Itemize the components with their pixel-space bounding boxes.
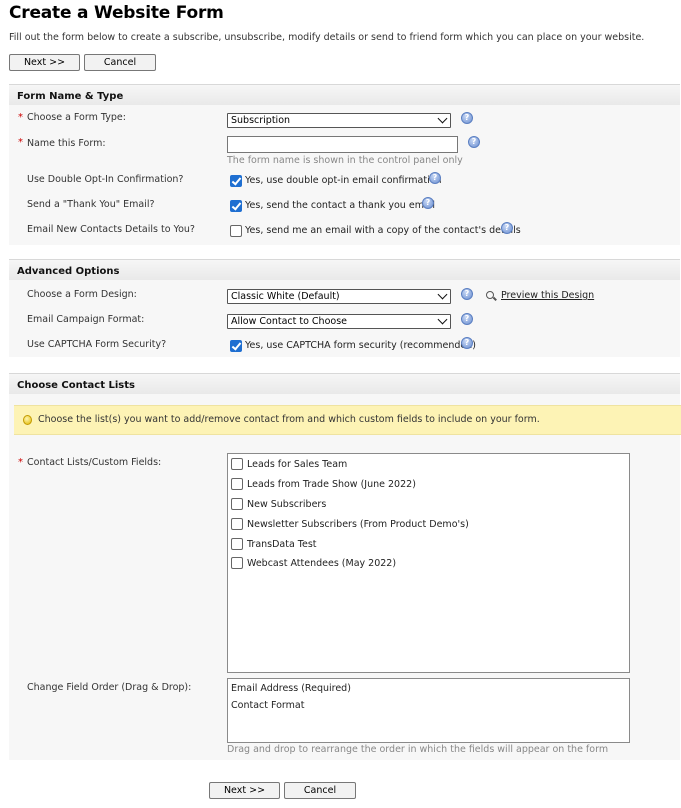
- thank-you-label: Send a "Thank You" Email?: [27, 199, 155, 210]
- campaign-format-value: Allow Contact to Choose: [231, 316, 347, 327]
- thank-you-text: Yes, send the contact a thank you email: [245, 200, 436, 211]
- list-item-label: Webcast Attendees (May 2022): [247, 558, 397, 569]
- help-icon[interactable]: ?: [429, 172, 441, 184]
- list-checkbox[interactable]: [231, 478, 243, 490]
- contact-lists-label: Contact Lists/Custom Fields:: [27, 457, 162, 468]
- list-item-label: Leads for Sales Team: [247, 459, 348, 470]
- form-name-label: Name this Form:: [27, 138, 106, 149]
- tip-text: Choose the list(s) you want to add/remov…: [38, 414, 540, 425]
- field-order-item[interactable]: Contact Format: [231, 700, 304, 711]
- help-icon[interactable]: ?: [501, 222, 513, 234]
- help-icon[interactable]: ?: [461, 337, 473, 349]
- form-name-input[interactable]: [227, 136, 458, 153]
- tip-banner: Choose the list(s) you want to add/remov…: [14, 405, 681, 435]
- contact-lists-box[interactable]: Leads for Sales Team Leads from Trade Sh…: [227, 453, 630, 673]
- list-checkbox[interactable]: [231, 518, 243, 530]
- field-order-hint: Drag and drop to rearrange the order in …: [227, 744, 609, 755]
- form-design-select[interactable]: Classic White (Default): [227, 289, 451, 304]
- next-button-top[interactable]: Next >>: [9, 54, 80, 71]
- form-name-hint: The form name is shown in the control pa…: [227, 155, 463, 166]
- chevron-down-icon: [437, 113, 448, 124]
- list-checkbox[interactable]: [231, 557, 243, 569]
- preview-design-link[interactable]: Preview this Design: [501, 290, 594, 301]
- list-checkbox[interactable]: [231, 538, 243, 550]
- required-marker: *: [18, 137, 23, 148]
- page-intro: Fill out the form below to create a subs…: [9, 32, 645, 43]
- email-details-checkbox[interactable]: [230, 225, 242, 237]
- captcha-checkbox[interactable]: [230, 340, 242, 352]
- form-type-value: Subscription: [231, 115, 291, 126]
- list-item-label: New Subscribers: [247, 499, 327, 510]
- double-optin-label: Use Double Opt-In Confirmation?: [27, 174, 184, 185]
- list-item-label: Leads from Trade Show (June 2022): [247, 479, 416, 490]
- form-type-select[interactable]: Subscription: [227, 113, 451, 128]
- section-form-name-type: Form Name & Type: [9, 84, 680, 105]
- captcha-label: Use CAPTCHA Form Security?: [27, 339, 167, 350]
- double-optin-text: Yes, use double opt-in email confirmatio…: [245, 175, 442, 186]
- form-type-label: Choose a Form Type:: [27, 112, 126, 123]
- email-details-label: Email New Contacts Details to You?: [27, 224, 195, 235]
- help-icon[interactable]: ?: [461, 112, 473, 124]
- lightbulb-icon: [23, 415, 32, 425]
- campaign-format-select[interactable]: Allow Contact to Choose: [227, 314, 451, 329]
- field-order-box[interactable]: Email Address (Required) Contact Format: [227, 678, 630, 743]
- cancel-button-bottom[interactable]: Cancel: [284, 782, 356, 799]
- thank-you-checkbox[interactable]: [230, 200, 242, 212]
- help-icon[interactable]: ?: [461, 313, 473, 325]
- chevron-down-icon: [437, 314, 448, 325]
- help-icon[interactable]: ?: [461, 288, 473, 300]
- required-marker: *: [18, 457, 23, 468]
- help-icon[interactable]: ?: [422, 197, 434, 209]
- section-advanced-options: Advanced Options: [9, 259, 680, 280]
- required-marker: *: [18, 112, 23, 123]
- help-icon[interactable]: ?: [468, 136, 480, 148]
- field-order-item[interactable]: Email Address (Required): [231, 683, 351, 694]
- chevron-down-icon: [437, 289, 448, 300]
- form-design-label: Choose a Form Design:: [27, 289, 137, 300]
- list-checkbox[interactable]: [231, 458, 243, 470]
- form-design-value: Classic White (Default): [231, 291, 340, 302]
- section-choose-contact-lists: Choose Contact Lists: [9, 373, 680, 394]
- list-item-label: TransData Test: [247, 539, 317, 550]
- campaign-format-label: Email Campaign Format:: [27, 314, 145, 325]
- next-button-bottom[interactable]: Next >>: [209, 782, 280, 799]
- double-optin-checkbox[interactable]: [230, 175, 242, 187]
- list-checkbox[interactable]: [231, 498, 243, 510]
- captcha-text: Yes, use CAPTCHA form security (recommen…: [245, 340, 477, 351]
- email-details-text: Yes, send me an email with a copy of the…: [245, 225, 521, 236]
- list-item-label: Newsletter Subscribers (From Product Dem…: [247, 519, 469, 530]
- page-title: Create a Website Form: [9, 3, 224, 23]
- field-order-label: Change Field Order (Drag & Drop):: [27, 682, 192, 693]
- cancel-button-top[interactable]: Cancel: [84, 54, 156, 71]
- magnifier-icon: [486, 291, 494, 299]
